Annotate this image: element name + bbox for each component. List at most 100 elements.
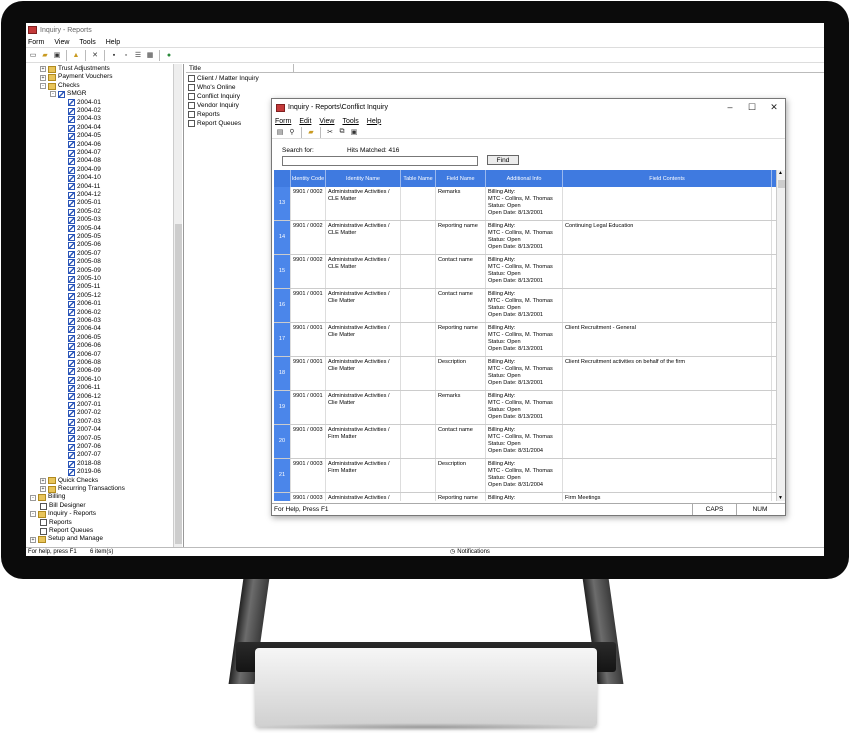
copy-icon[interactable]: ⧉	[337, 127, 347, 137]
tree-item[interactable]: 2018-08	[68, 460, 101, 469]
dialog-menu-form[interactable]: Form	[275, 118, 291, 125]
expand-toggle-icon[interactable]: +	[30, 536, 36, 543]
list-item[interactable]: Conflict Inquiry	[188, 92, 240, 101]
tree-item[interactable]: Bill Designer	[40, 502, 86, 511]
tree-item[interactable]: 2007-06	[68, 443, 101, 452]
find-button[interactable]: Find	[487, 155, 519, 165]
tree-item[interactable]: 2006-10	[68, 376, 101, 385]
print-icon[interactable]: ▤	[275, 127, 285, 137]
table-row[interactable]: 21 9901 / 0003 Administrative Activities /…	[274, 459, 776, 493]
grid-col-header[interactable]: Field Contents	[563, 170, 772, 187]
tree-item[interactable]: 2005-05	[68, 233, 101, 242]
menu-item-help[interactable]: Help	[104, 39, 120, 46]
open-folder-icon[interactable]: ▰	[40, 50, 50, 60]
grid-col-header[interactable]: Identity Code	[291, 170, 326, 187]
tree-item[interactable]: 2006-02	[68, 309, 101, 318]
tree-item[interactable]: 2005-04	[68, 225, 101, 234]
dialog-menu-view[interactable]: View	[319, 118, 334, 125]
tree-item[interactable]: + Trust Adjustments	[40, 65, 110, 74]
tree-item[interactable]: Reports	[40, 519, 72, 528]
tree-item[interactable]: 2005-06	[68, 241, 101, 250]
tree-item[interactable]: 2006-01	[68, 300, 101, 309]
tree-item[interactable]: 2007-05	[68, 435, 101, 444]
tree-item[interactable]: + Payment Vouchers	[40, 73, 113, 82]
tree-item[interactable]: 2004-06	[68, 141, 101, 150]
list-item[interactable]: Vendor Inquiry	[188, 101, 239, 110]
expand-toggle-icon[interactable]: -	[50, 91, 56, 98]
tree-item[interactable]: 2005-02	[68, 208, 101, 217]
status-notifications[interactable]: ◷ Notifications	[450, 548, 490, 556]
tree-item[interactable]: 2005-03	[68, 216, 101, 225]
tree-item[interactable]: 2004-01	[68, 99, 101, 108]
tree-item[interactable]: 2004-03	[68, 115, 101, 124]
search-input[interactable]	[282, 156, 478, 166]
folder-up-icon[interactable]: ▲	[71, 50, 81, 60]
tree-item[interactable]: 2005-09	[68, 267, 101, 276]
tree-item[interactable]: 2004-12	[68, 191, 101, 200]
tree-item[interactable]: - Checks	[40, 82, 80, 91]
table-row[interactable]: 17 9901 / 0001 Administrative Activities /…	[274, 323, 776, 357]
expand-toggle-icon[interactable]: -	[30, 511, 36, 518]
menu-item-view[interactable]: View	[52, 39, 69, 46]
dialog-menu-tools[interactable]: Tools	[342, 118, 358, 125]
paste-icon[interactable]: ▣	[349, 127, 359, 137]
tree-item[interactable]: 2005-10	[68, 275, 101, 284]
table-row[interactable]: 19 9901 / 0001 Administrative Activities /…	[274, 391, 776, 425]
tree-item[interactable]: 2004-07	[68, 149, 101, 158]
grid-col-header[interactable]: Field Name	[436, 170, 486, 187]
tree-item[interactable]: + Recurring Transactions	[40, 485, 125, 494]
tree-item[interactable]: 2006-12	[68, 393, 101, 402]
save-icon[interactable]: ▣	[52, 50, 62, 60]
expand-toggle-icon[interactable]: +	[40, 486, 46, 493]
tree-item[interactable]: 2004-08	[68, 157, 101, 166]
table-row[interactable]: 18 9901 / 0001 Administrative Activities /…	[274, 357, 776, 391]
tree-scrollbar[interactable]	[173, 64, 182, 547]
tree-item[interactable]: 2005-01	[68, 199, 101, 208]
find-icon[interactable]: ⚲	[287, 127, 297, 137]
tree-item[interactable]: 2005-11	[68, 283, 100, 292]
tree-item[interactable]: 2004-05	[68, 132, 101, 141]
tree-item[interactable]: 2004-04	[68, 124, 101, 133]
folder-icon[interactable]: ▰	[306, 127, 316, 137]
tree-item[interactable]: 2006-09	[68, 367, 101, 376]
cut-icon[interactable]: ✂	[325, 127, 335, 137]
scroll-down-icon[interactable]: ▼	[778, 495, 783, 501]
table-row[interactable]: 14 9901 / 0002 Administrative Activities /…	[274, 221, 776, 255]
tree-item[interactable]: Report Queues	[40, 527, 93, 536]
tree-item[interactable]: 2006-06	[68, 342, 101, 351]
table-row[interactable]: 15 9901 / 0002 Administrative Activities /…	[274, 255, 776, 289]
expand-toggle-icon[interactable]: +	[40, 477, 46, 484]
table-row[interactable]: 20 9901 / 0003 Administrative Activities /…	[274, 425, 776, 459]
grid-col-header[interactable]: Identity Name	[326, 170, 401, 187]
tree-item[interactable]: 2005-07	[68, 250, 101, 259]
tree-item[interactable]: 2007-04	[68, 426, 101, 435]
small-icons-view-icon[interactable]: ▫	[121, 50, 131, 60]
expand-toggle-icon[interactable]: -	[30, 494, 36, 501]
tree-item[interactable]: 2006-08	[68, 359, 101, 368]
tree-item[interactable]: - SMGR	[50, 90, 87, 99]
delete-icon[interactable]: ✕	[90, 50, 100, 60]
tree-item[interactable]: 2004-02	[68, 107, 101, 116]
close-icon[interactable]: ✕	[763, 102, 785, 113]
tree-item[interactable]: 2006-05	[68, 334, 101, 343]
new-icon[interactable]: ▭	[28, 50, 38, 60]
list-item[interactable]: Reports	[188, 110, 220, 119]
grid-col-header[interactable]	[274, 170, 291, 187]
tree-item[interactable]: 2007-01	[68, 401, 101, 410]
tree-item[interactable]: - Inquiry - Reports	[30, 510, 96, 519]
expand-toggle-icon[interactable]: +	[40, 74, 46, 81]
list-item[interactable]: Report Queues	[188, 119, 241, 128]
tree-item[interactable]: 2004-11	[68, 183, 100, 192]
menu-item-form[interactable]: Form	[26, 39, 44, 46]
tree-item[interactable]: 2007-03	[68, 418, 101, 427]
list-view-icon[interactable]: ☰	[133, 50, 143, 60]
grid-scroll-thumb[interactable]	[778, 180, 785, 188]
tree-item[interactable]: - Billing	[30, 493, 65, 502]
list-item[interactable]: Who's Online	[188, 83, 235, 92]
maximize-icon[interactable]: ☐	[741, 102, 763, 113]
tree-item[interactable]: 2004-09	[68, 166, 101, 175]
dialog-menu-edit[interactable]: Edit	[299, 118, 311, 125]
table-row[interactable]: 16 9901 / 0001 Administrative Activities /…	[274, 289, 776, 323]
globe-icon[interactable]: ●	[164, 50, 174, 60]
grid-scrollbar[interactable]: ▲ ▼	[776, 170, 785, 501]
